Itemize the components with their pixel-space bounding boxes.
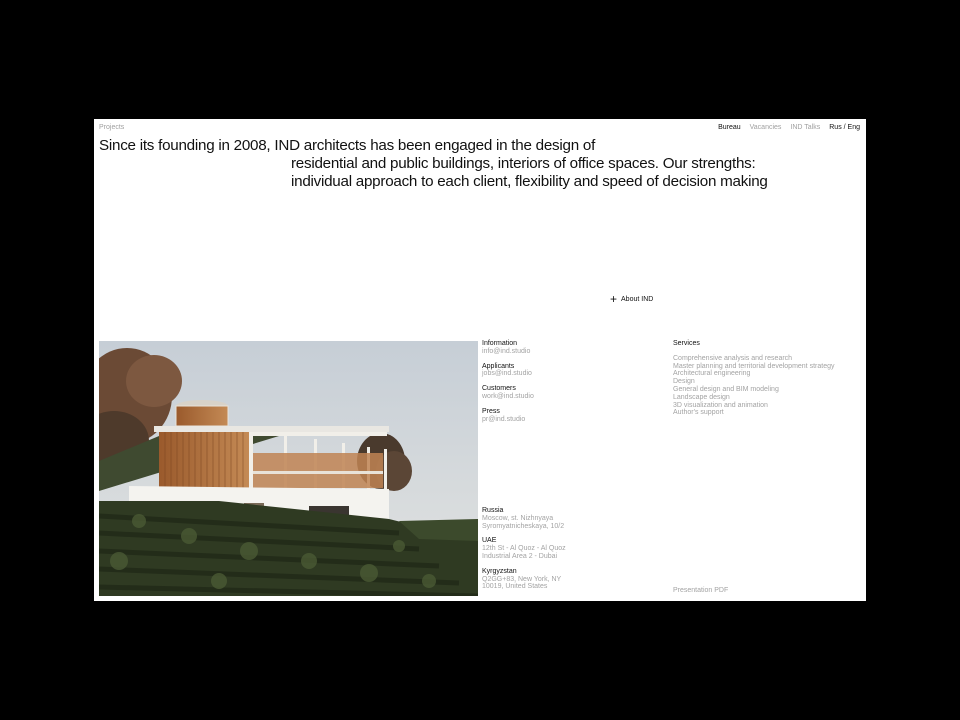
contact-press: Press pr@ind.studio xyxy=(482,408,662,424)
office-label: Kyrgyzstan xyxy=(482,567,517,575)
office-address-line: Moscow, st. Nizhnyaya xyxy=(482,514,554,522)
presentation-pdf-link[interactable]: Presentation PDF xyxy=(673,587,728,594)
headline-line-2: residential and public buildings, interi… xyxy=(291,155,756,172)
office-address-line: Q2GG+83, New York, NY xyxy=(482,575,562,583)
service-item: Landscape design xyxy=(673,393,730,401)
service-item: 3D visualization and animation xyxy=(673,401,768,409)
office-label: Russia xyxy=(482,507,504,514)
contact-label: Applicants xyxy=(482,362,515,370)
language-switch[interactable]: Rus / Eng xyxy=(829,124,860,131)
intro-headline: Since its founding in 2008, IND architec… xyxy=(99,137,859,191)
services-title: Services xyxy=(673,340,700,347)
office-address-line: 12th St - Al Quoz - Al Quoz xyxy=(482,545,566,553)
nav-bureau[interactable]: Bureau xyxy=(718,124,741,131)
headline-line-3: individual approach to each client, flex… xyxy=(291,173,768,190)
bureau-page: Projects Bureau Vacancies IND Talks Rus … xyxy=(94,119,866,601)
office-kyrgyzstan: Kyrgyzstan Q2GG+83, New York, NY 10019, … xyxy=(482,568,662,591)
contact-label: Information xyxy=(482,340,518,347)
contact-email[interactable]: info@ind.studio xyxy=(482,348,662,356)
office-address-line: 10019, United States xyxy=(482,583,548,591)
contact-email[interactable]: work@ind.studio xyxy=(482,393,662,401)
nav-ind-talks[interactable]: IND Talks xyxy=(790,124,820,131)
services-block: Services Comprehensive analysis and rese… xyxy=(673,340,863,417)
contact-customers: Customers work@ind.studio xyxy=(482,385,662,401)
office-label: UAE xyxy=(482,537,497,545)
top-nav: Bureau Vacancies IND Talks Rus / Eng xyxy=(718,124,860,131)
office-address-line: Syromyatnicheskaya, 10/2 xyxy=(482,522,565,530)
service-item: Comprehensive analysis and research xyxy=(673,354,793,362)
service-item: Architectural engineering xyxy=(673,370,751,378)
nav-vacancies[interactable]: Vacancies xyxy=(750,124,782,131)
plus-icon: + xyxy=(610,292,618,306)
office-address-line: Industrial Area 2 - Dubai xyxy=(482,552,558,560)
contact-email[interactable]: pr@ind.studio xyxy=(482,416,662,424)
about-ind-label: About IND xyxy=(621,296,654,303)
offices-list: Russia Moscow, st. Nizhnyaya Syromyatnic… xyxy=(482,507,662,598)
contact-applicants: Applicants jobs@ind.studio xyxy=(482,363,662,379)
contact-label: Press xyxy=(482,407,500,415)
service-item: Design xyxy=(673,378,695,386)
office-uae: UAE 12th St - Al Quoz - Al Quoz Industri… xyxy=(482,537,662,560)
contact-information: Information info@ind.studio xyxy=(482,340,662,356)
project-photo xyxy=(99,341,478,596)
contacts-list: Information info@ind.studio Applicants j… xyxy=(482,340,662,430)
about-ind-link[interactable]: + About IND xyxy=(610,292,654,306)
headline-line-1: Since its founding in 2008, IND architec… xyxy=(99,137,596,154)
office-russia: Russia Moscow, st. Nizhnyaya Syromyatnic… xyxy=(482,507,662,530)
service-item: Author's support xyxy=(673,409,724,417)
service-item: Master planning and territorial developm… xyxy=(673,362,835,370)
services-list: Comprehensive analysis and research Mast… xyxy=(673,355,863,417)
house-illustration xyxy=(99,341,478,596)
service-item: General design and BIM modeling xyxy=(673,385,779,393)
contact-email[interactable]: jobs@ind.studio xyxy=(482,370,662,378)
contact-label: Customers xyxy=(482,385,516,393)
nav-projects[interactable]: Projects xyxy=(99,124,124,131)
